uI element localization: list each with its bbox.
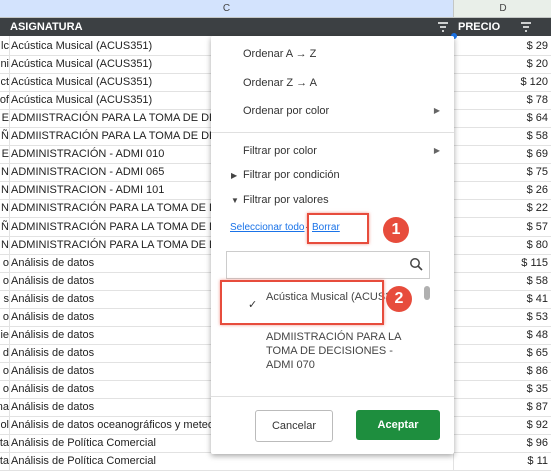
filter-icon[interactable] (521, 22, 531, 32)
column-divider (9, 36, 10, 470)
cell-a[interactable]: na (0, 398, 9, 416)
cell-precio[interactable]: $ 58 (453, 271, 548, 290)
cell-precio[interactable]: $ 35 (453, 379, 548, 398)
cell-a[interactable]: d (0, 344, 9, 362)
cell-precio[interactable]: $ 20 (453, 55, 548, 74)
scrollbar-thumb[interactable] (424, 286, 430, 300)
table-header-row: ASIGNATURA PRECIO (0, 18, 551, 36)
cell-precio[interactable]: $ 53 (453, 307, 548, 326)
cell-a[interactable]: o (0, 380, 9, 398)
precio-header: PRECIO (458, 21, 501, 33)
cell-precio[interactable]: $ 48 (453, 325, 548, 344)
sort-by-color-item[interactable]: Ordenar por color (243, 105, 329, 117)
cell-precio[interactable]: $ 86 (453, 361, 548, 380)
expanded-caret-icon[interactable]: ▼ (231, 196, 239, 205)
cell-a[interactable]: N (0, 163, 9, 181)
column-header-c[interactable]: C (0, 0, 453, 18)
cell-precio[interactable]: $ 69 (453, 145, 548, 164)
cell-a[interactable]: rta (0, 434, 9, 452)
select-all-link[interactable]: Seleccionar todo (230, 222, 305, 233)
submenu-arrow-icon: ▶ (433, 146, 440, 155)
cell-a[interactable]: o (0, 362, 9, 380)
cell-precio[interactable]: $ 64 (453, 109, 548, 128)
cell-precio[interactable]: $ 26 (453, 181, 548, 200)
filter-menu: Ordenar A → Z Ordenar Z → A Ordenar por … (211, 36, 454, 454)
highlight-box-clear (307, 213, 369, 244)
cell-a[interactable]: E (0, 145, 9, 163)
accept-button[interactable]: Aceptar (356, 410, 440, 440)
cell-precio[interactable]: $ 96 (453, 434, 548, 453)
cell-precio[interactable]: $ 11 (453, 452, 548, 471)
cell-precio[interactable]: $ 65 (453, 343, 548, 362)
filter-by-color-item[interactable]: Filtrar por color (243, 145, 317, 157)
cell-a[interactable]: ie (0, 326, 9, 344)
asignatura-header: ASIGNATURA (10, 21, 83, 33)
cancel-button[interactable]: Cancelar (255, 410, 333, 442)
column-header-d[interactable]: D (453, 0, 551, 18)
step-badge-1: 1 (383, 217, 409, 243)
cell-a[interactable]: N (0, 199, 9, 217)
cell-a[interactable]: ct (0, 73, 9, 91)
cell-a[interactable]: Ñ (0, 218, 9, 236)
cell-precio[interactable]: $ 58 (453, 127, 548, 146)
step-badge-2: 2 (386, 286, 412, 312)
list-scrollbar[interactable] (424, 284, 430, 384)
cell-asignatura[interactable]: Análisis de Política Comercial (11, 452, 451, 470)
cell-a[interactable]: o (0, 254, 9, 272)
highlight-box-option (220, 280, 384, 325)
cell-a[interactable]: o (0, 272, 9, 290)
cell-a[interactable]: N (0, 236, 9, 254)
cell-precio[interactable]: $ 29 (453, 37, 548, 55)
cell-a[interactable]: Ñ (0, 127, 9, 145)
cell-a[interactable]: E (0, 109, 9, 127)
collapsed-caret-icon[interactable]: ▶ (231, 171, 237, 180)
sort-z-a-item[interactable]: Ordenar Z → A (243, 77, 317, 89)
cell-precio[interactable]: $ 115 (453, 253, 548, 272)
menu-divider (211, 396, 454, 397)
submenu-arrow-icon: ▶ (433, 106, 440, 115)
table-row: ta Análisis de Política Comercial $ 11 (0, 452, 551, 471)
cell-precio[interactable]: $ 75 (453, 163, 548, 182)
cell-precio[interactable]: $ 41 (453, 289, 548, 308)
cell-a[interactable]: of (0, 91, 9, 109)
cell-a[interactable]: s (0, 290, 10, 308)
search-icon (409, 257, 425, 273)
search-input[interactable] (226, 251, 430, 279)
filter-by-values-item[interactable]: Filtrar por valores (243, 194, 329, 206)
cell-precio[interactable]: $ 92 (453, 416, 548, 435)
cell-a[interactable]: N (0, 181, 9, 199)
cell-a[interactable]: ta (0, 452, 9, 470)
filter-by-condition-item[interactable]: Filtrar por condición (243, 169, 340, 181)
cell-a[interactable]: lc (0, 37, 9, 55)
cell-precio[interactable]: $ 78 (453, 91, 548, 110)
cell-precio[interactable]: $ 120 (453, 73, 548, 92)
cell-precio[interactable]: $ 87 (453, 398, 548, 416)
sort-a-z-item[interactable]: Ordenar A → Z (243, 48, 316, 60)
value-option-admiistracion[interactable]: ADMIISTRACIÓN PARA LA TOMA DE DECISIONES… (266, 330, 416, 372)
cell-a[interactable]: ni (0, 55, 9, 73)
cell-a[interactable]: ol (0, 416, 9, 434)
menu-divider (211, 132, 454, 133)
cell-precio[interactable]: $ 80 (453, 235, 548, 254)
cell-precio[interactable]: $ 22 (453, 199, 548, 218)
filter-icon[interactable] (438, 22, 448, 32)
cell-precio[interactable]: $ 57 (453, 217, 548, 236)
cell-a[interactable]: o (0, 308, 9, 326)
